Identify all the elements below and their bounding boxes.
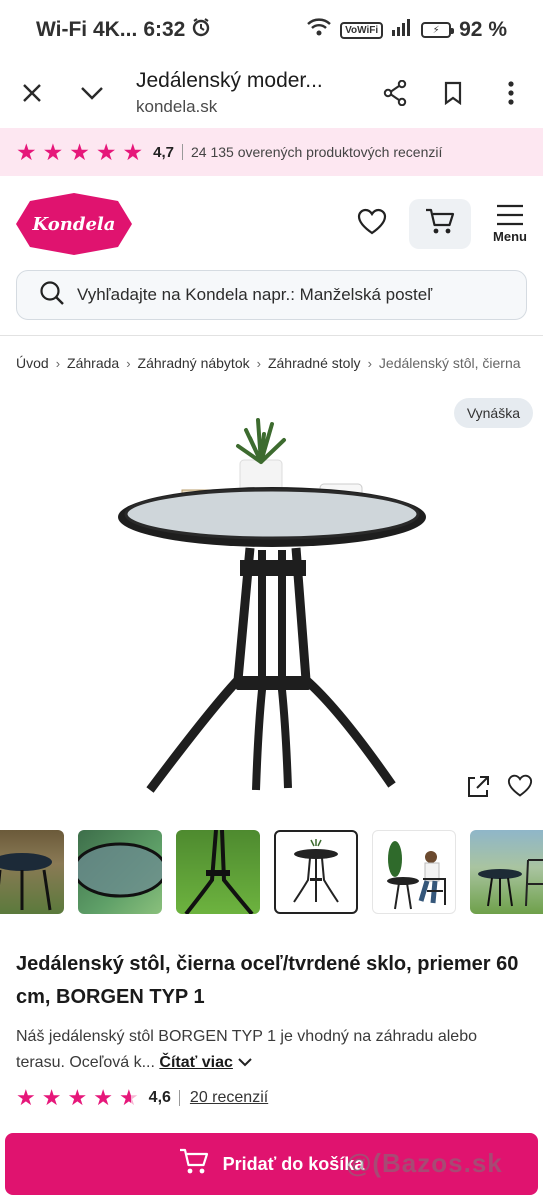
product-main-image[interactable]	[0, 390, 543, 820]
breadcrumb-item[interactable]: Úvod	[16, 355, 49, 371]
wifi-icon	[306, 17, 332, 43]
hamburger-icon	[496, 204, 524, 229]
thumbnail-glass-top[interactable]	[78, 830, 162, 914]
thumbnail-studio[interactable]	[274, 830, 358, 914]
close-icon[interactable]	[14, 75, 50, 111]
reviews-link[interactable]: 20 recenzií	[190, 1089, 268, 1107]
battery-percent: 92 %	[459, 18, 507, 41]
star-icon: ★	[67, 1085, 88, 1110]
add-to-cart-label: Pridať do košíka	[222, 1153, 365, 1174]
rating-banner[interactable]: ★ ★ ★ ★ ★ 4,7 24 135 overených produktov…	[0, 128, 543, 176]
share-icon[interactable]	[465, 774, 491, 805]
product-rating-stars: ★ ★ ★ ★ ★	[16, 1085, 139, 1111]
star-icon: ★	[69, 138, 90, 165]
image-actions	[465, 774, 533, 805]
star-icon: ★	[95, 138, 117, 165]
network-label: Wi-Fi 4K...	[36, 18, 138, 41]
breadcrumb-item[interactable]: Záhradný nábytok	[138, 355, 250, 371]
cart-icon	[179, 1148, 209, 1181]
rating-score: 4,7	[153, 143, 174, 161]
rating-stars: ★ ★ ★ ★ ★	[16, 139, 143, 166]
product-rating: ★ ★ ★ ★ ★ 4,6 20 recenzií	[16, 1084, 268, 1112]
divider	[181, 144, 183, 160]
thumbnail-legs[interactable]	[176, 830, 260, 914]
page-title: Jedálenský moder...	[136, 69, 323, 92]
star-icon: ★	[42, 138, 64, 165]
cart-button[interactable]	[409, 199, 472, 249]
star-icon: ★	[16, 1085, 36, 1110]
thumbnail-woman[interactable]	[372, 830, 456, 914]
search-placeholder: Vyhľadajte na Kondela napr.: Manželská p…	[77, 285, 433, 304]
chevron-right-icon: ›	[256, 355, 261, 371]
chevron-down-icon[interactable]	[237, 1054, 253, 1071]
thumbnail-lawn[interactable]	[470, 830, 543, 914]
vowifi-badge: VoWiFi	[340, 21, 384, 39]
search-icon	[39, 280, 65, 311]
more-options-icon[interactable]	[493, 75, 529, 111]
search-input[interactable]: Vyhľadajte na Kondela napr.: Manželská p…	[16, 270, 527, 320]
wishlist-heart-icon[interactable]	[357, 208, 387, 241]
product-description: Náš jedálenský stôl BORGEN TYP 1 je vhod…	[16, 1024, 528, 1076]
page-url: kondela.sk	[136, 97, 218, 116]
heart-icon[interactable]	[507, 774, 533, 805]
share-icon[interactable]	[377, 75, 413, 111]
breadcrumb-item[interactable]: Záhrada	[67, 355, 119, 371]
alarm-icon	[191, 17, 211, 43]
clock: 6:32	[143, 18, 186, 41]
header-divider	[0, 335, 543, 336]
star-icon: ★	[122, 138, 144, 165]
battery-icon: ⚡	[421, 22, 455, 38]
watermark: @(Bazos.sk	[346, 1148, 503, 1178]
signal-icon	[391, 17, 413, 43]
divider	[178, 1090, 180, 1106]
breadcrumb-item[interactable]: Záhradné stoly	[268, 355, 361, 371]
browser-toolbar: Jedálenský moder... kondela.sk	[0, 60, 543, 126]
breadcrumb-item[interactable]: Jedálenský stôl, čierna	[379, 355, 521, 371]
site-header: Kondela Menu	[0, 188, 543, 260]
star-icon: ★	[41, 1085, 62, 1110]
star-icon: ★	[16, 138, 37, 165]
bookmark-icon[interactable]	[435, 75, 471, 111]
status-bar: Wi-Fi 4K... 6:32 VoWiFi ⚡ 92 %	[0, 0, 543, 60]
kondela-logo[interactable]: Kondela	[16, 193, 132, 255]
breadcrumb: Úvod › Záhrada › Záhradný nábytok › Záhr…	[16, 352, 543, 374]
chevron-down-icon[interactable]	[74, 75, 110, 111]
product-title: Jedálenský stôl, čierna oceľ/tvrdené skl…	[16, 953, 519, 1008]
star-icon: ★	[93, 1085, 113, 1110]
menu-label: Menu	[493, 229, 527, 244]
thumbnail-garden[interactable]	[0, 830, 64, 914]
rating-score: 4,6	[148, 1089, 171, 1106]
half-star-icon: ★	[118, 1085, 139, 1110]
chevron-right-icon: ›	[367, 355, 372, 371]
thumbnail-strip	[0, 830, 543, 916]
cart-icon	[425, 208, 455, 241]
menu-button[interactable]: Menu	[493, 204, 527, 244]
read-more-link[interactable]: Čítať viac	[159, 1054, 232, 1071]
address-area[interactable]: Jedálenský moder... kondela.sk	[110, 69, 377, 117]
reviews-count: 24 135 overených produktových recenzií	[190, 144, 443, 160]
chevron-right-icon: ›	[126, 355, 131, 371]
status-badge: Vynáška	[453, 398, 533, 428]
chevron-right-icon: ›	[55, 355, 61, 371]
